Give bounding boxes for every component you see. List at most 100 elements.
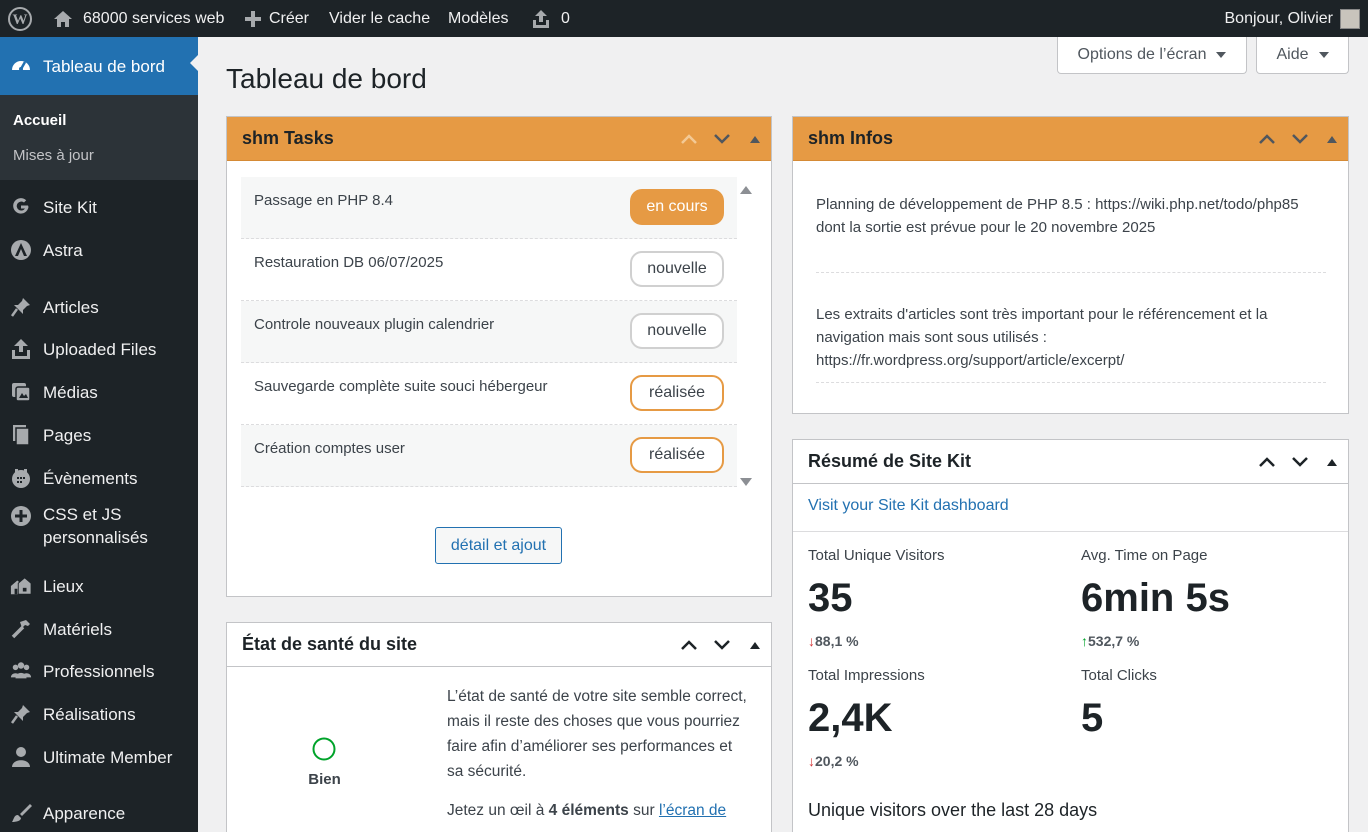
pages-icon [10,424,32,446]
status-badge[interactable]: en cours [630,189,724,225]
menu-site-kit-label: Site Kit [43,197,97,217]
menu-medias[interactable]: Médias [0,375,198,409]
detail-add-button[interactable]: détail et ajout [435,527,562,564]
metric-change: ↓88,1 % [808,633,859,649]
collapse-toggle-button[interactable] [1317,117,1347,161]
scroll-down-arrow-icon[interactable] [739,474,753,492]
updates-link[interactable]: 0 [532,0,570,37]
menu-apparence-label: Apparence [43,803,126,823]
caret-down-icon [1318,52,1329,58]
metric-change-value: 88,1 % [815,633,859,649]
menu-uploaded-files-label: Uploaded Files [43,339,157,359]
menu-realisations-label: Réalisations [43,704,136,724]
site-health-header: État de santé du site [227,623,771,667]
scroll-up-arrow-icon[interactable] [739,182,753,200]
metric-label: Total Clicks [1081,667,1157,684]
menu-ultimate-member[interactable]: Ultimate Member [0,740,198,774]
arrow-down-icon: ↓ [808,753,815,769]
upload-icon [532,9,550,29]
sitekit-header: Résumé de Site Kit [793,440,1348,484]
menu-professionnels[interactable]: Professionnels [0,654,198,688]
task-label: Controle nouveaux plugin calendrier [254,316,495,333]
user-icon [10,746,32,768]
arrow-up-icon: ↑ [1081,633,1088,649]
wordpress-logo-icon[interactable]: W [8,0,32,37]
status-badge[interactable]: nouvelle [630,251,724,287]
move-up-button[interactable] [1252,440,1282,484]
site-name-link[interactable]: 68000 services web [53,0,224,37]
collapse-toggle-button[interactable] [740,117,770,161]
paintbrush-icon [10,802,32,824]
tasks-widget: shm Tasks Passage en PHP 8.4 en cours Re… [226,116,772,597]
submenu-accueil[interactable]: Accueil [13,112,66,129]
menu-lieux[interactable]: Lieux [0,569,198,603]
menu-materiels[interactable]: Matériels [0,612,198,646]
move-down-button[interactable] [1285,440,1315,484]
menu-evenements[interactable]: Évènements [0,461,198,495]
menu-astra[interactable]: Astra [0,233,198,267]
menu-css-js-label: CSS et JS personnalisés [43,505,148,547]
task-label: Création comptes user [254,440,405,457]
upload-icon [10,338,32,360]
health-screen-link[interactable]: l’écran de [659,802,726,819]
screen-options-button[interactable]: Options de l’écran [1057,37,1247,74]
google-g-icon [10,197,32,217]
task-label: Passage en PHP 8.4 [254,192,393,209]
menu-medias-label: Médias [43,382,98,402]
plus-circle-icon [10,505,32,527]
site-health-widget: État de santé du site Bien L’état de san… [226,622,772,832]
sitekit-dashboard-link[interactable]: Visit your Site Kit dashboard [808,497,1009,515]
collapse-toggle-button[interactable] [1317,440,1347,484]
menu-ultimate-member-label: Ultimate Member [43,747,173,767]
calendar-icon [10,467,32,489]
site-name: 68000 services web [83,9,225,27]
menu-realisations[interactable]: Réalisations [0,697,198,731]
metric-label: Avg. Time on Page [1081,547,1208,564]
status-badge[interactable]: réalisée [630,375,724,411]
admin-bar: W 68000 services web Créer Vider le cach… [0,0,1368,37]
health-items-text: Jetez un œil à 4 éléments sur l’écran de [447,798,757,823]
menu-articles[interactable]: Articles [0,290,198,324]
move-up-button[interactable] [674,117,704,161]
menu-site-kit[interactable]: Site Kit [0,190,198,224]
metric-change: ↓20,2 % [808,753,859,769]
pushpin-icon [10,296,32,318]
status-badge[interactable]: réalisée [630,437,724,473]
menu-lieux-label: Lieux [43,576,84,596]
home-icon [53,10,73,28]
status-badge[interactable]: nouvelle [630,313,724,349]
task-label: Restauration DB 06/07/2025 [254,254,444,271]
menu-pages[interactable]: Pages [0,418,198,452]
create-menu[interactable]: Créer [244,0,309,37]
menu-articles-label: Articles [43,297,99,317]
menu-apparence[interactable]: Apparence [0,796,198,830]
health-items-text-a: Jetez un œil à [447,802,549,819]
sitekit-title: Résumé de Site Kit [808,451,972,471]
move-up-button[interactable] [674,623,704,667]
users-icon [10,660,32,682]
menu-css-js[interactable]: CSS et JS personnalisés [0,503,198,551]
move-down-button[interactable] [707,117,737,161]
templates-link[interactable]: Modèles [448,0,508,37]
submenu-updates[interactable]: Mises à jour [13,147,94,164]
health-status-label: Bien [308,771,341,788]
move-up-button[interactable] [1252,117,1282,161]
menu-dashboard[interactable]: Tableau de bord [0,37,198,95]
task-row: Controle nouveaux plugin calendrier nouv… [241,301,737,363]
move-down-button[interactable] [1285,117,1315,161]
admin-sidebar: Tableau de bord Accueil Mises à jour Sit… [0,37,198,832]
hammer-icon [10,618,32,640]
arrow-down-icon: ↓ [808,633,815,649]
metric-label: Total Unique Visitors [808,547,945,564]
user-menu[interactable]: Bonjour, Olivier [1225,0,1360,37]
help-button[interactable]: Aide [1256,37,1349,74]
task-row: Création comptes user réalisée [241,425,737,487]
clear-cache-label: Vider le cache [329,9,431,27]
move-down-button[interactable] [707,623,737,667]
menu-uploaded-files[interactable]: Uploaded Files [0,332,198,366]
info-divider [816,272,1326,273]
clear-cache-link[interactable]: Vider le cache [329,0,430,37]
menu-astra-label: Astra [43,240,83,260]
media-icon [10,381,32,403]
collapse-toggle-button[interactable] [740,623,770,667]
